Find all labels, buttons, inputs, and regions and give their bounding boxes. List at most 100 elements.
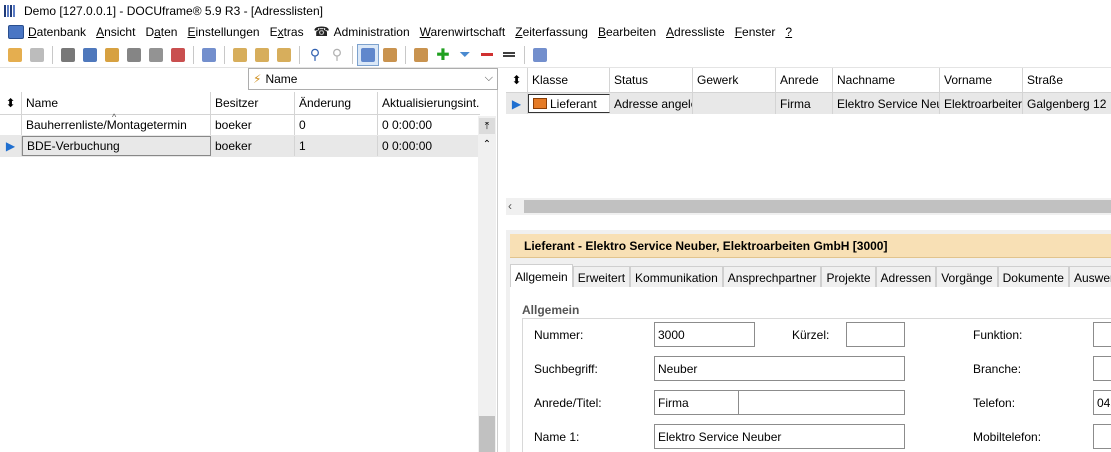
horizontal-scrollbar[interactable]: ‹ [506,198,1111,215]
scroll-top-icon[interactable]: ⤒ [479,118,495,134]
scrollbar-thumb[interactable] [524,200,1111,213]
menu-label: Einstellungen [187,24,260,39]
list-icon[interactable] [79,44,101,66]
connect-icon[interactable] [4,44,26,66]
label-telefon: Telefon: [973,396,1016,410]
scrollbar-thumb[interactable] [479,416,495,452]
column-header-besitzer[interactable]: Besitzer [211,92,295,114]
menu-item-fenster[interactable]: Fenster [731,21,782,42]
column-header-status[interactable]: Status [610,68,693,92]
save-icon[interactable] [273,44,295,66]
sort-field-label: Name [265,72,298,86]
anrede-field[interactable]: Firma [654,390,739,415]
search-icon[interactable]: ⚲ [304,44,326,66]
column-header-anrede[interactable]: Anrede [776,68,833,92]
tab-erweitert[interactable]: Erweitert [572,266,631,288]
menu-item-administration[interactable]: ☎ Administration [310,21,416,42]
label-funktion: Funktion: [973,328,1023,342]
cell-aktualisierung: 0 0:00:00 [382,139,433,153]
tab-kommunikation[interactable]: Kommunikation [630,266,723,288]
funktion-field[interactable] [1093,322,1111,347]
app-logo-icon [4,4,18,17]
menu-item-zeiterfassung[interactable]: Zeiterfassung [511,21,594,42]
equals-icon[interactable] [498,44,520,66]
menu-item-adressliste[interactable]: Adressliste [662,21,731,42]
window-icon[interactable] [529,44,551,66]
nummer-field[interactable]: 3000 [654,322,755,347]
label-nummer: Nummer: [534,328,584,342]
name1-field[interactable]: Elektro Service Neuber [654,424,905,449]
vertical-scrollbar[interactable]: ⤒ ⌃ [478,116,496,452]
add-icon[interactable]: ✚ [432,44,454,66]
remove-icon[interactable] [476,44,498,66]
column-header-nachname[interactable]: Nachname [833,68,940,92]
toolbar-separator [352,45,353,64]
suchbegriff-field[interactable]: Neuber [654,356,905,381]
box-icon[interactable] [145,44,167,66]
user-icon[interactable] [379,44,401,66]
address-list-pane: ⚡ Name ⌵ ^ ⬍ Name Besitzer Änderung Aktu… [0,68,498,452]
section-title: Allgemein [522,303,580,317]
menu-item-ansicht[interactable]: Ansicht [92,21,141,42]
toolbar: ⚲ ⚲ ✚ ⏷ [0,42,1111,68]
view-icon[interactable] [357,43,379,66]
open-icon[interactable] [251,44,273,66]
new-doc-icon[interactable] [229,44,251,66]
cell-klasse-text: Lieferant [550,96,597,111]
column-header-vorname[interactable]: Vorname [940,68,1023,92]
scroll-left-icon[interactable]: ‹ [508,199,512,213]
phone-device-icon[interactable] [198,44,220,66]
scroll-up-icon[interactable]: ⌃ [479,136,495,152]
row-resize-icon[interactable]: ⬍ [0,92,22,114]
table-row[interactable]: Bauherrenliste/Montagetermin boeker 0 0 … [0,115,480,136]
menu-label: Daten [145,24,178,39]
chevron-down-icon[interactable]: ⌵ [485,72,493,85]
column-header-aenderung[interactable]: Änderung [295,92,378,114]
calendar-icon[interactable] [167,44,189,66]
cell-nachname: Elektro Service Neub [833,93,940,114]
folder-icon[interactable] [101,44,123,66]
toolbar-separator [224,45,225,64]
print-icon[interactable] [26,44,48,66]
tab-auswertung[interactable]: Auswertun [1068,266,1111,288]
cell-name: Bauherrenliste/Montagetermin [22,115,211,135]
filter-icon[interactable]: ⏷ [454,44,476,66]
row-resize-icon[interactable]: ⬍ [506,68,528,92]
tab-projekte[interactable]: Projekte [821,266,876,288]
label-mobiltelefon: Mobiltelefon: [973,430,1042,444]
tab-adressen[interactable]: Adressen [875,266,937,288]
user-group-icon[interactable] [410,44,432,66]
sort-icon: ⚡ [253,72,262,86]
table-row[interactable]: ▶ Lieferant Adresse angele Firma Elektro… [506,93,1111,114]
menu-item-warenwirtschaft[interactable]: Warenwirtschaft [416,21,512,42]
tab-allgemein[interactable]: Allgemein [510,264,573,288]
tab-dokumente[interactable]: Dokumente [997,266,1069,288]
zoom-icon[interactable]: ⚲ [326,44,348,66]
card-icon[interactable] [57,44,79,66]
menu-item-datenbank[interactable]: Datenbank [4,21,92,42]
menu-item-daten[interactable]: Daten [141,21,183,42]
menu-item--[interactable]: ? [781,21,798,42]
column-header-strasse[interactable]: Straße [1023,68,1111,92]
cell-status: Adresse angele [610,93,693,114]
column-header-aktualisierung[interactable]: Aktualisierungsint... [378,92,480,114]
menu-item-einstellungen[interactable]: Einstellungen [183,21,265,42]
titel-field[interactable] [738,390,905,415]
column-header-klasse[interactable]: Klasse [528,68,610,92]
mobiltelefon-field[interactable] [1093,424,1111,449]
telefon-field[interactable]: 045 [1093,390,1111,415]
menu-item-extras[interactable]: Extras [266,21,310,42]
tab-vorgaenge[interactable]: Vorgänge [936,266,998,288]
column-header-name[interactable]: Name [22,92,211,114]
branche-field[interactable] [1093,356,1111,381]
column-header-gewerk[interactable]: Gewerk [693,68,776,92]
tab-ansprechpartner[interactable]: Ansprechpartner [722,266,822,288]
sort-field-selector[interactable]: ⚡ Name ⌵ [248,68,498,90]
cell-strasse: Galgenberg 12 [1027,96,1107,111]
tag-icon[interactable] [123,44,145,66]
menu-label: Adressliste [666,24,725,39]
table-row[interactable]: ▶ BDE-Verbuchung boeker 1 0 0:00:00 [0,136,480,157]
kuerzel-field[interactable] [846,322,905,347]
menu-item-bearbeiten[interactable]: Bearbeiten [594,21,662,42]
menu-label: Zeiterfassung [515,24,588,39]
